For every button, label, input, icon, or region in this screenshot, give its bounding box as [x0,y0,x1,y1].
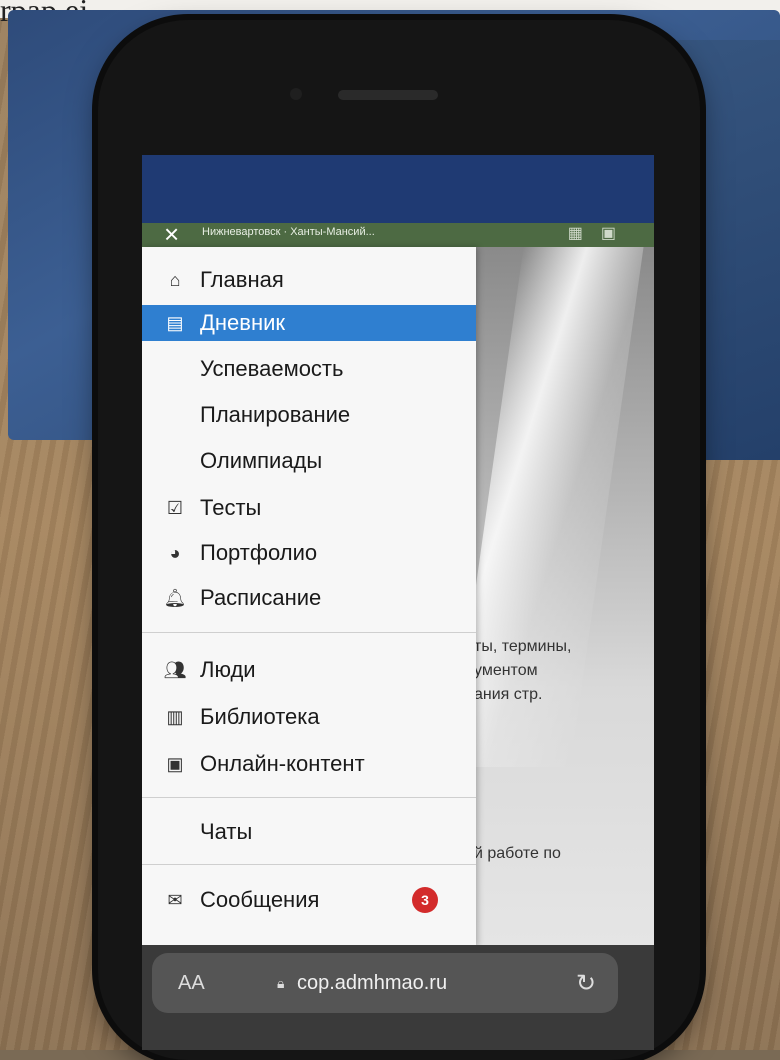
content-line: ания стр. [474,686,543,703]
lock-icon: 🔒︎ [277,974,285,991]
menu-item-label: Планирование [200,402,351,427]
phone-screen: × Нижневартовск · Ханты-Мансий... ▦▣ ты,… [142,155,654,1050]
content-line: ты, термины, [474,638,572,655]
menu-item-label: Сообщения [200,887,320,912]
menu-item-label: Расписание [200,585,322,610]
messages-badge: 3 [412,887,438,913]
menu-item-label: Главная [200,267,284,292]
library-icon: ▥ [166,706,184,727]
menu-item-planning[interactable]: Планирование [142,397,534,433]
menu-item-tests[interactable]: ☑ Тесты [142,490,476,526]
text-size-button[interactable]: AA [178,972,205,995]
menu-item-label: Портфолио [200,540,318,565]
menu-item-library[interactable]: ▥ Библиотека [142,699,476,735]
online-content-icon: ▣ [166,753,184,774]
address-bar[interactable]: AA 🔒︎ cop.admhmao.ru ↻ [152,953,618,1013]
menu-item-label: Чаты [200,819,253,844]
close-menu-icon[interactable]: × [164,219,179,249]
home-icon: ⌂ [169,269,181,290]
menu-item-label: Библиотека [200,704,320,729]
menu-item-label: Успеваемость [200,356,344,381]
menu-item-olympiads[interactable]: Олимпиады [142,443,534,479]
envelope-icon: ✉ [167,889,183,910]
menu-item-online-content[interactable]: ▣ Онлайн-контент [142,746,476,782]
pie-chart-icon: ◕ [169,542,181,563]
menu-item-home[interactable]: ⌂ Главная [142,262,476,298]
menu-item-schedule[interactable]: 🔔︎ Расписание [142,580,476,616]
site-title: Нижневартовск · Ханты-Мансий... [202,226,375,238]
menu-item-people[interactable]: 👥︎ Люди [142,652,476,688]
content-line: ументом [474,662,538,679]
menu-item-label: Олимпиады [200,448,323,473]
browser-toolbar: AA 🔒︎ cop.admhmao.ru ↻ [142,945,654,1050]
menu-item-performance[interactable]: Успеваемость [142,351,534,387]
menu-item-diary[interactable]: ▤ Дневник [142,305,476,341]
menu-item-label: Онлайн-контент [200,751,365,776]
diary-icon: ▤ [166,312,184,333]
status-bar [142,155,654,223]
menu-divider [142,797,476,798]
reload-icon[interactable]: ↻ [576,969,596,998]
side-menu: ⌂ Главная ▤ Дневник Успеваемость Планиро… [142,247,476,947]
earpiece-speaker [338,90,438,100]
bell-icon: 🔔︎ [163,587,187,608]
menu-divider [142,864,476,865]
checkbox-icon: ☑ [166,497,184,518]
people-icon: 👥︎ [163,659,187,680]
menu-item-portfolio[interactable]: ◕ Портфолио [142,535,476,571]
content-fragment: ты, термины, ументом ания стр. [474,635,654,707]
menu-item-chats[interactable]: Чаты [142,814,534,850]
front-camera [290,88,302,100]
menu-item-label: Дневник [200,310,286,335]
site-header-bar: × Нижневартовск · Ханты-Мансий... ▦▣ [142,219,654,249]
menu-item-label: Тесты [200,495,262,520]
url-text: cop.admhmao.ru [297,971,448,994]
header-icons: ▦▣ [567,225,634,242]
menu-item-label: Люди [200,657,256,682]
menu-divider [142,632,476,633]
